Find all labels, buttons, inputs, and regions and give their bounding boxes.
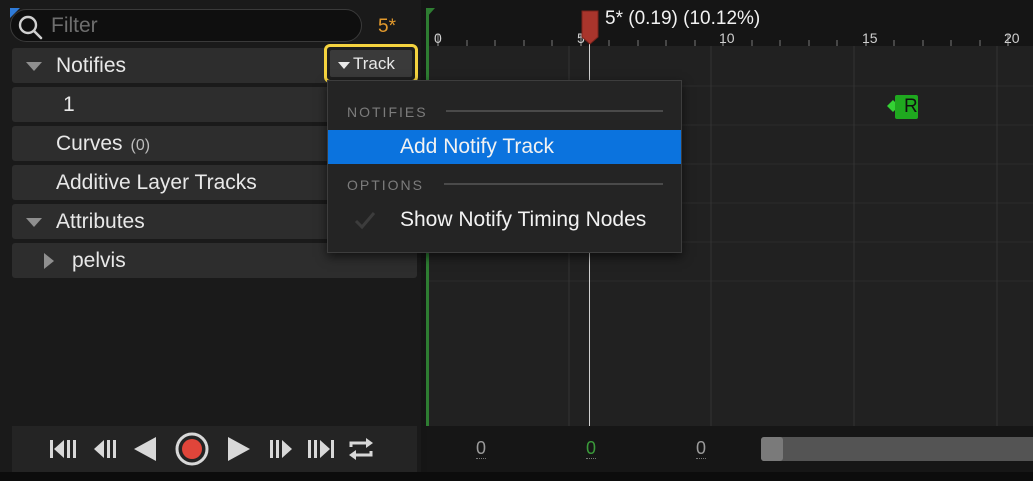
footer-divider [0,472,1033,481]
track-button-label: Track [353,54,395,73]
search-icon [18,15,43,40]
track-row-label: Notifies [56,54,127,77]
chevron-down-icon[interactable] [26,218,42,227]
checkmark-icon [354,212,376,230]
curves-count: (0) [130,137,151,154]
search-box[interactable] [10,9,362,42]
start-range-flag [426,8,435,18]
track-row-label: Curves [56,132,123,155]
play-forward-icon[interactable] [224,434,254,464]
menu-section-header: NOTIFIES [347,104,428,120]
menu-section-header: OPTIONS [347,177,425,193]
menu-item-show-notify-timing-nodes[interactable]: Show Notify Timing Nodes [328,203,681,237]
range-end-value[interactable]: 0 [696,438,707,459]
ruler-tick-label: 0 [434,30,442,46]
track-dropdown-menu: NOTIFIES Add Notify Track OPTIONS Show N… [327,80,682,253]
track-row-label-wrap: Curves (0) [56,132,150,156]
search-input[interactable] [51,11,351,40]
skip-to-end-icon[interactable] [302,434,336,464]
current-frame-value[interactable]: 0 [586,438,597,459]
focus-corner-indicator [10,8,20,18]
track-row-label: Attributes [56,210,145,233]
ruler-tick-label: 10 [719,30,735,46]
timeline-scrollbar[interactable] [761,437,1033,461]
add-track-dropdown-button[interactable]: Track [324,44,418,83]
chevron-right-icon[interactable] [44,253,54,269]
scrollbar-thumb[interactable] [761,437,783,461]
step-forward-icon[interactable] [268,434,294,464]
menu-divider [444,183,663,185]
current-frame-count: 5* [378,16,396,37]
record-icon[interactable] [174,431,210,467]
track-row-label: Additive Layer Tracks [56,171,257,194]
track-button-face: Track [330,50,412,77]
menu-item-label: Add Notify Track [400,135,555,158]
ruler-tick-label: 20 [1004,30,1020,46]
play-reverse-icon[interactable] [130,434,160,464]
track-row-label: pelvis [72,249,126,272]
step-back-icon[interactable] [92,434,118,464]
menu-divider [446,110,663,112]
menu-item-label: Show Notify Timing Nodes [400,208,647,231]
chevron-down-icon[interactable] [26,62,42,71]
notify-marker-label: R [904,96,918,117]
track-row-label: 1 [63,93,75,116]
range-start-value[interactable]: 0 [476,438,487,459]
transport-controls [12,426,417,472]
playhead-readout: 5* (0.19) (10.12%) [605,8,761,29]
loop-icon[interactable] [346,434,376,464]
skip-to-start-icon[interactable] [48,434,82,464]
caret-down-icon [338,62,350,69]
ruler-tick-label: 15 [862,30,878,46]
playhead-handle[interactable] [580,9,600,45]
menu-item-add-notify-track[interactable]: Add Notify Track [328,130,681,164]
